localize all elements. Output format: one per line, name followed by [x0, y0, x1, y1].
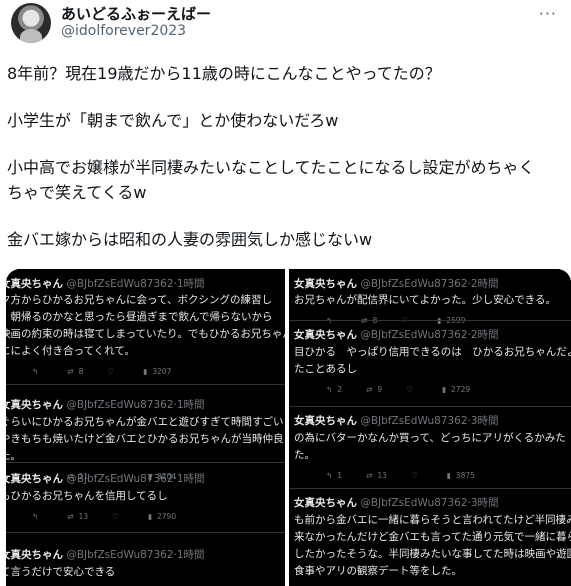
embedded-post-author: 女真央ちゃん	[6, 473, 63, 485]
embedded-post-stats: ↰ ⇄ 8 ♡ ▮ 3207	[32, 367, 195, 376]
tweet-line: 金バエ嫁からは昭和の人妻の雰囲気しか感じないw	[7, 230, 373, 249]
embedded-post-author: 女真央ちゃん	[294, 278, 357, 290]
embedded-post-meta: @BJbfZsEdWu87362·2時間	[360, 278, 499, 290]
embedded-post-text: 夕方からひかるお兄ちゃんに会って、ボクシングの練習し	[6, 294, 272, 306]
reply-icon: ↰	[326, 385, 333, 394]
embedded-post-header: 女真央ちゃん @BJbfZsEdWu87362·2時間	[294, 327, 499, 342]
embedded-post-meta: @BJbfZsEdWu87362·1時間	[66, 278, 205, 290]
embedded-post-text: て言うだけで安心できる	[6, 566, 116, 578]
views-count: 3875	[455, 471, 475, 480]
attached-images[interactable]: 女真央ちゃん @BJbfZsEdWu87362·1時間夕方からひかるお兄ちゃんに…	[6, 269, 571, 586]
retweet-count: 13	[78, 512, 89, 521]
tweet-line: 8年前？現在19歳だから11歳の時にこんなことやってたの？	[7, 64, 441, 83]
screenshot-image-left[interactable]: 女真央ちゃん @BJbfZsEdWu87362·1時間夕方からひかるお兄ちゃんに…	[6, 269, 285, 586]
embedded-post-separator	[6, 384, 285, 385]
views-icon: ▮	[143, 367, 148, 376]
reply-count: 1	[337, 471, 343, 480]
like-icon: ♡	[410, 471, 418, 480]
screenshot-image-right[interactable]: 女真央ちゃん @BJbfZsEdWu87362·2時間お兄ちゃんが配信界にいてよ…	[289, 269, 571, 586]
embedded-post: 女真央ちゃん @BJbfZsEdWu87362·1時間 て言うだけで安心できる	[6, 541, 285, 586]
embedded-post-text: したかったそうな。半同棲みたいな事してた時は映画や遊園	[294, 548, 571, 560]
embedded-post: 女真央ちゃん @BJbfZsEdWu87362·1時間ぐらいにひかるお兄ちゃんが…	[6, 391, 285, 481]
embedded-post-header: 女真央ちゃん @BJbfZsEdWu87362·1時間	[6, 276, 205, 291]
embedded-post-meta: @BJbfZsEdWu87362·2時間	[360, 329, 499, 341]
embedded-post-text: お兄ちゃんが配信界にいてよかった。少し安心できる。	[294, 294, 556, 306]
views-count: 3207	[152, 367, 172, 376]
embedded-post-author: 女真央ちゃん	[6, 399, 63, 411]
retweet-icon: ⇄	[366, 385, 373, 394]
retweet-icon: ⇄	[67, 367, 74, 376]
tweet-line: ちゃで笑えてくるw	[7, 183, 147, 202]
embedded-post-meta: @BJbfZsEdWu87362·3時間	[360, 415, 499, 427]
tweet-line: 小中高でお嬢様が半同棲みたいなことしてたことになるし設定がめちゃく	[7, 158, 535, 177]
reply-icon: ↰	[32, 367, 39, 376]
embedded-post-author: 女真央ちゃん	[294, 415, 357, 427]
views-icon: ▮	[446, 471, 451, 480]
embedded-post-text: ぐらいにひかるお兄ちゃんが金バエと遊びすぎて時間すごい	[6, 416, 284, 428]
embedded-post-header: 女真央ちゃん @BJbfZsEdWu87362·1時間	[6, 397, 205, 412]
reply-count: 2	[337, 385, 343, 394]
retweet-count: 9	[377, 385, 383, 394]
embedded-post: 女真央ちゃん @BJbfZsEdWu87362·2時間お兄ちゃんが配信界にいてよ…	[289, 269, 571, 325]
like-icon: ♡	[107, 367, 115, 376]
embedded-post-author: 女真央ちゃん	[294, 497, 357, 509]
embedded-post-text: 映画の約束の時は寝てしまっていたり。でもひかるお兄ちゃん	[6, 328, 285, 340]
embedded-post: 女真央ちゃん @BJbfZsEdWu87362·3時間も前から金バエに一緒に暮ら…	[289, 489, 571, 586]
embedded-post-header: 女真央ちゃん @BJbfZsEdWu87362·1時間	[6, 471, 205, 486]
like-icon: ♡	[112, 512, 119, 521]
embedded-post-stats: ↰ 1 ⇄ 13 ♡ ▮ 3875	[326, 471, 499, 480]
tweet-text: 8年前？現在19歳だから11歳の時にこんなことやってたの？ 小学生が「朝まで飲ん…	[7, 61, 567, 252]
reply-icon: ↰	[32, 512, 39, 521]
embedded-post-text: 目ひかる やっぱり信用できるのは ひかるお兄ちゃんだよ	[294, 346, 571, 358]
embedded-post-text: の為にバターかなんか買って、どっちにアリがくるかみた	[294, 432, 566, 444]
embedded-post-meta: @BJbfZsEdWu87362·1時間	[66, 399, 205, 411]
retweet-icon: ⇄	[366, 471, 373, 480]
embedded-post-text: たことあるし	[294, 363, 357, 375]
like-icon: ♡	[406, 385, 413, 394]
embedded-post-text: 、朝帰るのかなと思ったら昼過ぎまで飲んで帰らないから	[6, 311, 273, 323]
views-icon: ▮	[441, 385, 447, 394]
views-icon: ▮	[147, 512, 153, 521]
embedded-post-author: 女真央ちゃん	[294, 329, 357, 341]
embedded-post-separator	[6, 462, 285, 463]
embedded-post-stats: ↰ ⇄ 13 ♡ ▮ 2790	[32, 512, 200, 521]
embedded-post-separator	[6, 532, 285, 533]
more-options-icon[interactable]: ···	[539, 4, 557, 23]
retweet-count: 13	[377, 471, 387, 480]
embedded-post-header: 女真央ちゃん @BJbfZsEdWu87362·1時間	[6, 547, 205, 562]
tweet-line: 小学生が「朝まで飲んで」とか使わないだろw	[7, 111, 339, 130]
embedded-post-header: 女真央ちゃん @BJbfZsEdWu87362·3時間	[294, 495, 499, 510]
embedded-post: 女真央ちゃん @BJbfZsEdWu87362·2時間目ひかる やっぱり信用でき…	[289, 321, 571, 407]
embedded-post-text: も前から金バエに一緒に暮らそうと言われてたけど半同棲み	[294, 514, 571, 526]
tweet-header: あいどるふぉーえばー @idolforever2023 ···	[0, 0, 571, 52]
embedded-post-text: やきもちも焼いたけど金バエとひかるお兄ちゃんが当時仲良	[6, 433, 284, 445]
embedded-post-author: 女真央ちゃん	[6, 549, 63, 561]
embedded-post-header: 女真央ちゃん @BJbfZsEdWu87362·3時間	[294, 413, 499, 428]
embedded-post-meta: @BJbfZsEdWu87362·1時間	[66, 549, 205, 561]
reply-icon: ↰	[326, 471, 333, 480]
retweet-count: 8	[78, 367, 84, 376]
author-handle[interactable]: @idolforever2023	[61, 23, 186, 39]
embedded-post-stats: ↰ 2 ⇄ 9 ♡ ▮ 2729	[326, 385, 494, 394]
author-display-name[interactable]: あいどるふぉーえばー	[61, 3, 211, 24]
avatar[interactable]	[11, 3, 51, 43]
views-count: 2790	[157, 512, 177, 521]
embedded-post-text: 来なかったんだけど金バエも言ってた通り元気で一緒に暮ら	[294, 531, 571, 543]
embedded-post-meta: @BJbfZsEdWu87362·3時間	[360, 497, 499, 509]
embedded-post-author: 女真央ちゃん	[6, 278, 63, 290]
views-count: 2729	[451, 385, 471, 394]
embedded-post: 女真央ちゃん @BJbfZsEdWu87362·1時間夕方からひかるお兄ちゃんに…	[6, 269, 285, 385]
embedded-post-meta: @BJbfZsEdWu87362·1時間	[66, 473, 205, 485]
embedded-post-text: 食事やアリの観察デート等をした。	[294, 565, 462, 577]
embedded-post: 女真央ちゃん @BJbfZsEdWu87362·1時間 もひかるお兄ちゃんを信用し…	[6, 465, 285, 533]
embedded-post-header: 女真央ちゃん @BJbfZsEdWu87362·2時間	[294, 276, 499, 291]
embedded-post-text: にによく付き合ってくれて。	[6, 345, 136, 357]
embedded-post-text: もひかるお兄ちゃんを信用してるし	[6, 490, 168, 502]
retweet-icon: ⇄	[67, 512, 74, 521]
embedded-post-text: た。	[294, 449, 315, 461]
embedded-post: 女真央ちゃん @BJbfZsEdWu87362·3時間の為にバターかなんか買って…	[289, 407, 571, 489]
